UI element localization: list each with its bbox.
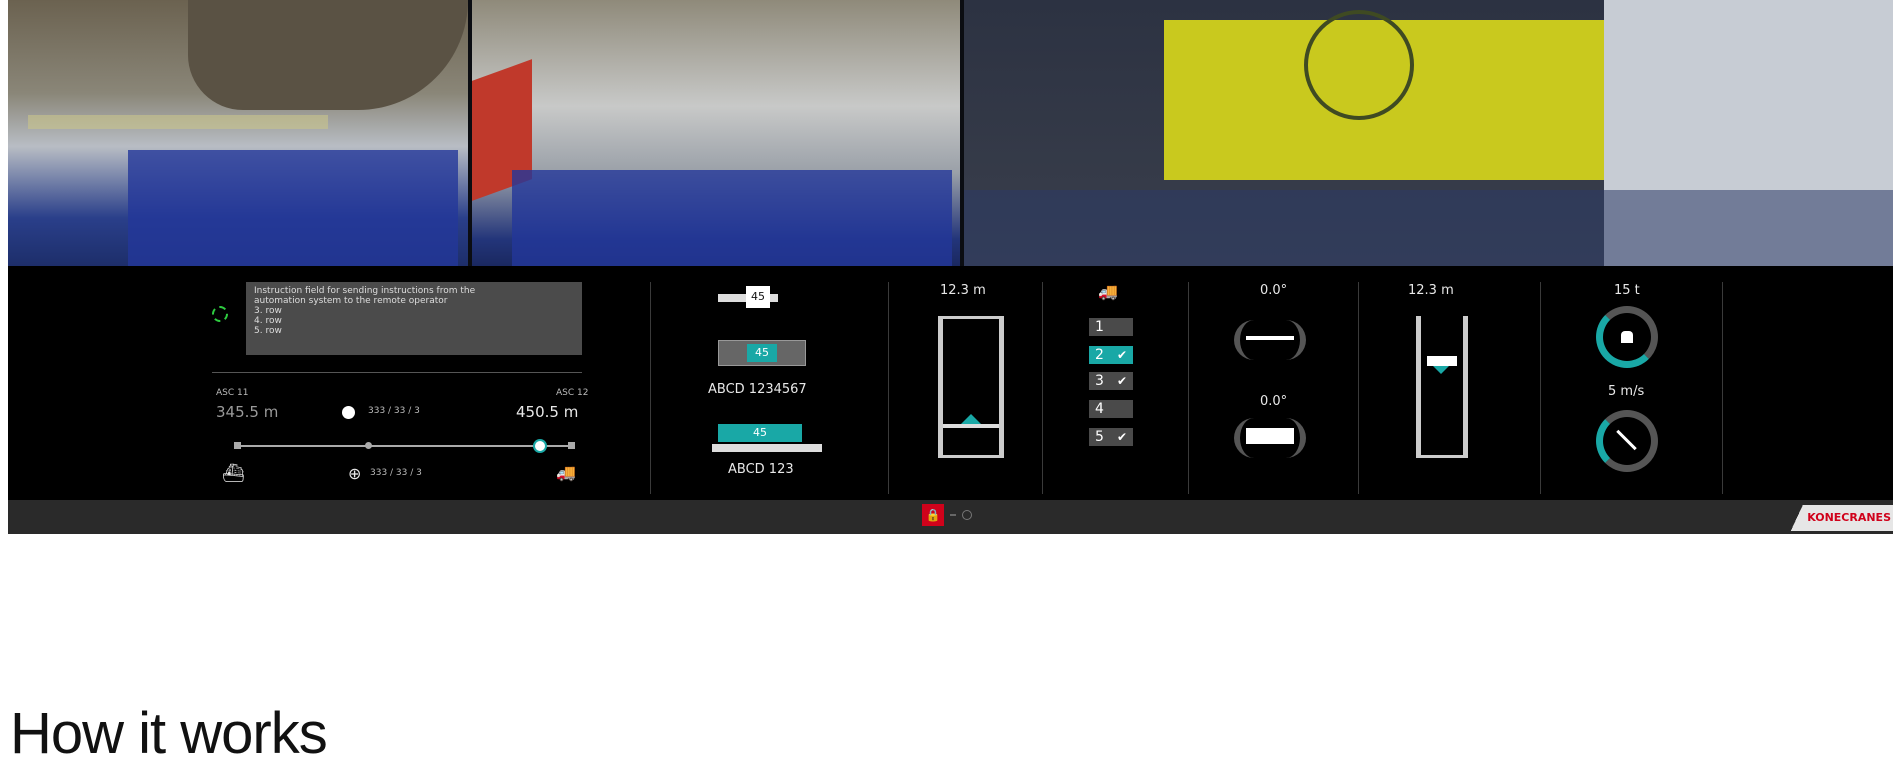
track-end-marker (568, 442, 575, 449)
truck-icon: 🚚 (556, 463, 576, 482)
status-ring-icon (212, 306, 228, 322)
ship-icon: ⛴ (222, 463, 245, 484)
divider (212, 372, 582, 373)
track-mid-marker (365, 442, 372, 449)
brand-logo: KONECRANES (1783, 505, 1893, 531)
instruction-line: automation system to the remote operator (254, 296, 448, 306)
camera-views (8, 0, 1893, 266)
gantry-track (236, 445, 572, 447)
row-item-2[interactable]: 2 ✔ (1089, 346, 1133, 364)
instruction-line: 5. row (254, 326, 282, 336)
container-size-badge: 45 (747, 344, 777, 362)
row-item-3[interactable]: 3 ✔ (1089, 372, 1133, 390)
truck-id: ABCD 123 (728, 462, 794, 477)
row-item-1[interactable]: 1 (1089, 318, 1133, 336)
gantry-left-label: ASC 11 (216, 388, 249, 398)
instruction-line: 3. row (254, 306, 282, 316)
position-dot-icon (342, 406, 355, 419)
spreader-size-badge: 45 (746, 286, 770, 308)
truck-icon: 🚚 (1098, 282, 1118, 301)
check-icon: ✔ (1116, 374, 1127, 388)
hoist-frame-left (938, 316, 1004, 458)
skew-angle: 0.0° (1260, 394, 1288, 409)
crosshair-icon: ⊕ (348, 464, 362, 483)
row-item-5[interactable]: 5 ✔ (1089, 428, 1133, 446)
instruction-field: Instruction field for sending instructio… (246, 282, 582, 355)
load-weight: 15 t (1614, 283, 1640, 298)
row-item-4[interactable]: 4 (1089, 400, 1133, 418)
section-heading: How it works (10, 701, 328, 766)
gantry-left-distance: 345.5 m (216, 403, 279, 421)
status-bar: 🔒 (8, 500, 1893, 534)
crane-position-marker (535, 441, 545, 451)
operator-dashboard: Instruction field for sending instructio… (8, 266, 1893, 500)
camera-view-left (8, 0, 468, 266)
skew-gauge (1234, 418, 1306, 458)
trim-gauge (1234, 320, 1306, 360)
track-end-marker (234, 442, 241, 449)
camera-view-center (472, 0, 960, 266)
hoist-frame-right (1416, 316, 1468, 458)
hoist-height-left: 12.3 m (940, 283, 986, 298)
trolley-speed: 5 m/s (1608, 384, 1645, 399)
container-id: ABCD 1234567 (708, 382, 807, 397)
camera-view-right (964, 0, 1893, 266)
weight-gauge (1596, 306, 1658, 368)
instruction-line: 4. row (254, 316, 282, 326)
speed-gauge (1596, 410, 1658, 472)
status-indicator (950, 514, 956, 516)
truck-chassis (712, 444, 822, 452)
marker-bottom-value: 333 / 33 / 3 (370, 468, 422, 478)
hoist-height-right: 12.3 m (1408, 283, 1454, 298)
gantry-right-label: ASC 12 (556, 388, 589, 398)
instruction-line: Instruction field for sending instructio… (254, 286, 476, 296)
lock-icon[interactable]: 🔒 (922, 504, 944, 526)
check-icon: ✔ (1116, 348, 1127, 362)
status-indicator (962, 510, 972, 520)
trim-angle: 0.0° (1260, 283, 1288, 298)
check-icon: ✔ (1116, 430, 1127, 444)
gantry-right-distance: 450.5 m (516, 403, 579, 421)
truck-container-badge: 45 (718, 424, 802, 442)
marker-top-value: 333 / 33 / 3 (368, 406, 420, 416)
container-graphic: 45 (718, 340, 806, 366)
